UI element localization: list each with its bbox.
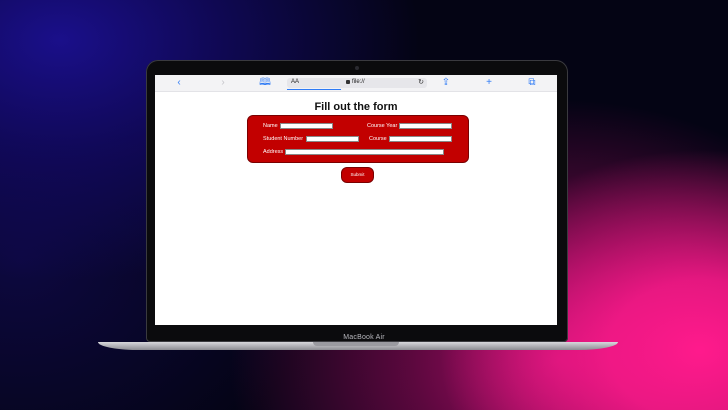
reload-icon[interactable]: ↻ [418, 78, 424, 86]
student-number-field[interactable] [306, 136, 359, 142]
student-form: Name Course Year Student Number Course A… [247, 115, 469, 163]
address-label: Address [263, 149, 284, 155]
course-label: Course [369, 136, 387, 142]
laptop-notch [313, 342, 399, 346]
new-tab-icon[interactable]: + [483, 77, 495, 89]
back-icon[interactable]: ‹ [173, 77, 185, 89]
load-progress [287, 89, 341, 90]
url-text: file:// [352, 79, 365, 85]
page-title: Fill out the form [314, 101, 398, 113]
camera-icon [355, 66, 359, 70]
reader-toggle[interactable]: AA [291, 79, 299, 85]
course-year-label: Course Year [367, 123, 398, 129]
share-icon[interactable]: ⇪ [440, 77, 452, 89]
course-year-field[interactable] [399, 123, 452, 129]
lock-icon [346, 80, 350, 84]
name-field[interactable] [280, 123, 333, 129]
name-label: Name [263, 123, 278, 129]
browser-toolbar: ‹ › 🕮 AA file:// ↻ ⇪ + ⧉ [155, 75, 557, 92]
device-label: MacBook Air [343, 334, 385, 341]
browser-window: ‹ › 🕮 AA file:// ↻ ⇪ + ⧉ Fill out the fo… [155, 75, 557, 325]
tabs-icon[interactable]: ⧉ [526, 77, 538, 89]
student-number-label: Student Number [263, 136, 304, 142]
forward-icon[interactable]: › [217, 77, 229, 89]
bookmarks-icon[interactable]: 🕮 [259, 77, 271, 89]
address-field[interactable] [285, 149, 444, 155]
address-bar[interactable]: AA file:// ↻ [287, 78, 427, 88]
submit-button[interactable]: Submit [341, 167, 374, 183]
laptop-lid: ‹ › 🕮 AA file:// ↻ ⇪ + ⧉ Fill out the fo… [146, 60, 568, 342]
course-field[interactable] [389, 136, 452, 142]
